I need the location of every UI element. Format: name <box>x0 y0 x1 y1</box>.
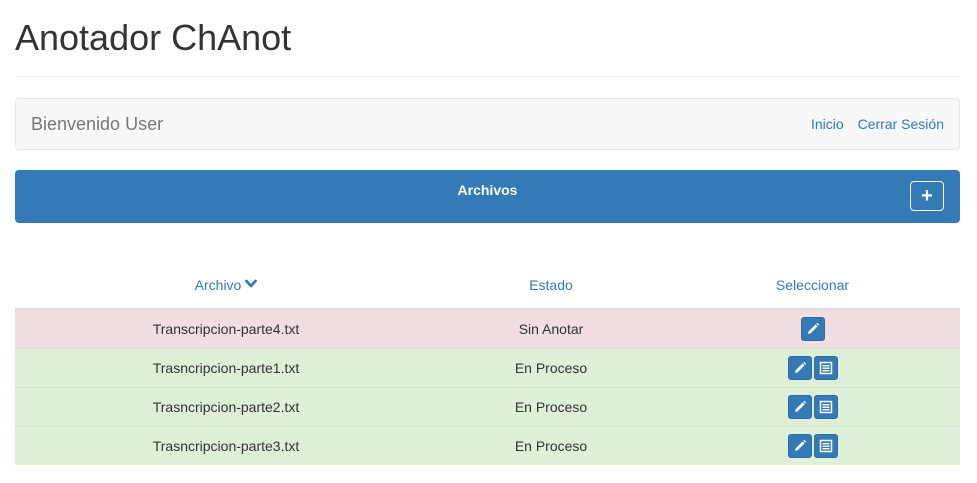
header-archivo[interactable]: Archivo <box>15 262 437 310</box>
table-row: Transcripcion-parte4.txt Sin Anotar <box>15 308 960 349</box>
files-panel-heading: Archivos + <box>15 170 960 223</box>
files-table: Archivo Estado Seleccionar Transcripcion… <box>15 262 960 465</box>
pencil-icon <box>794 439 806 451</box>
table-header-row: Archivo Estado Seleccionar <box>15 262 960 310</box>
pencil-icon <box>794 361 806 373</box>
actions-cell <box>665 426 960 465</box>
welcome-text: Bienvenido User <box>31 114 164 134</box>
table-row: Trasncripcion-parte2.txt En Proceso <box>15 387 960 427</box>
file-state: En Proceso <box>437 426 665 465</box>
file-name: Trasncripcion-parte1.txt <box>15 348 437 388</box>
edit-button[interactable] <box>800 317 825 341</box>
actions-cell <box>665 308 960 349</box>
page-title: Anotador ChAnot <box>15 17 292 58</box>
file-state: En Proceso <box>437 387 665 427</box>
pencil-icon <box>794 400 806 412</box>
title-divider <box>15 76 960 77</box>
view-annotations-button[interactable] <box>813 356 838 380</box>
edit-button[interactable] <box>787 434 812 458</box>
list-icon <box>819 361 832 375</box>
edit-button[interactable] <box>787 395 812 419</box>
nav-links: Inicio Cerrar Sesión <box>811 99 944 149</box>
file-name: Trasncripcion-parte2.txt <box>15 387 437 427</box>
nav-link-cerrar-sesion[interactable]: Cerrar Sesión <box>858 99 944 149</box>
header-estado: Estado <box>437 262 665 310</box>
table-row: Trasncripcion-parte3.txt En Proceso <box>15 426 960 465</box>
file-name: Trasncripcion-parte3.txt <box>15 426 437 465</box>
table-row: Trasncripcion-parte1.txt En Proceso <box>15 348 960 388</box>
navbar: Bienvenido User Inicio Cerrar Sesión <box>15 98 960 150</box>
nav-link-inicio[interactable]: Inicio <box>811 99 844 149</box>
pencil-icon <box>807 322 819 334</box>
file-name: Transcripcion-parte4.txt <box>15 308 437 349</box>
edit-button[interactable] <box>787 356 812 380</box>
page: Anotador ChAnot Bienvenido User Inicio C… <box>0 0 977 483</box>
header-seleccionar: Seleccionar <box>665 262 960 310</box>
panel-title: Archivos <box>457 182 518 198</box>
file-state: Sin Anotar <box>437 308 665 349</box>
plus-icon: + <box>921 185 933 207</box>
header-archivo-label[interactable]: Archivo <box>195 277 242 293</box>
chevron-down-icon[interactable] <box>245 276 258 292</box>
list-icon <box>819 400 832 414</box>
file-state: En Proceso <box>437 348 665 388</box>
view-annotations-button[interactable] <box>813 434 838 458</box>
list-icon <box>819 439 832 453</box>
add-file-button[interactable]: + <box>910 181 944 211</box>
view-annotations-button[interactable] <box>813 395 838 419</box>
actions-cell <box>665 387 960 427</box>
actions-cell <box>665 348 960 388</box>
